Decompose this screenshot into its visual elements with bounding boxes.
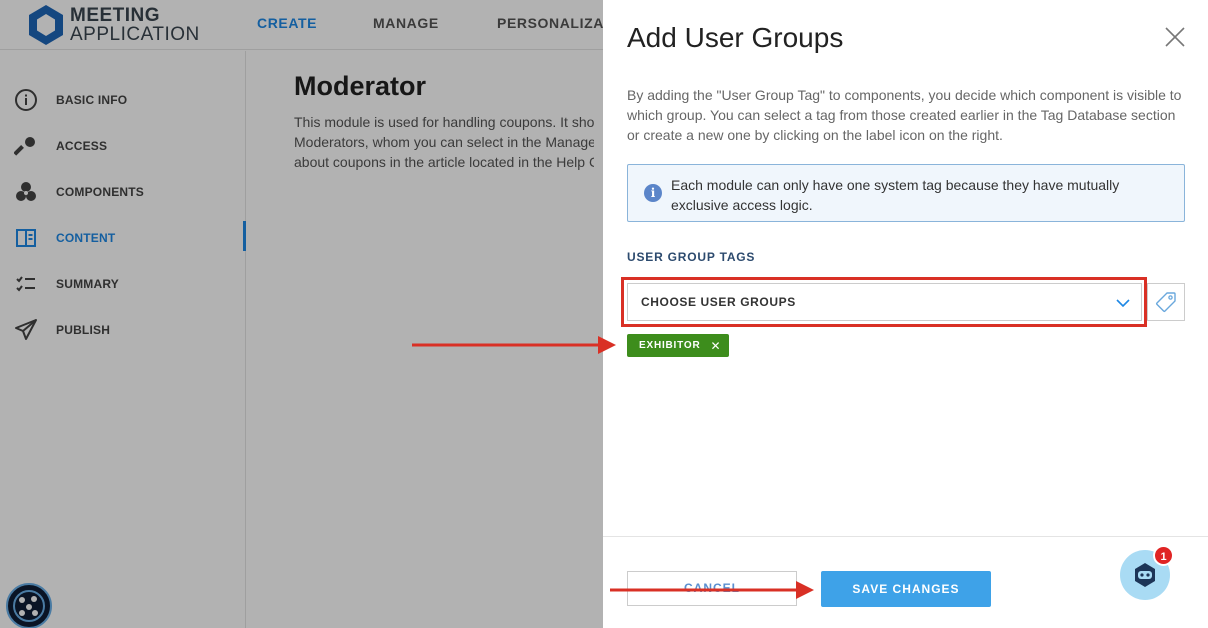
footer-divider (603, 536, 1208, 537)
info-icon: i (644, 184, 662, 202)
info-notice-text: Each module can only have one system tag… (671, 177, 1120, 213)
save-changes-button[interactable]: SAVE CHANGES (821, 571, 991, 607)
create-tag-button[interactable] (1147, 283, 1185, 321)
dialog-title: Add User Groups (627, 22, 844, 53)
user-group-tags-label: USER GROUP TAGS (627, 250, 756, 264)
annotation-arrow-icon (412, 336, 616, 354)
add-user-groups-dialog: Add User Groups By adding the "User Grou… (603, 0, 1208, 628)
dialog-description: By adding the "User Group Tag" to compon… (627, 87, 1182, 143)
label-tag-icon (1156, 292, 1176, 312)
robot-icon (1135, 563, 1155, 587)
notification-badge: 1 (1153, 545, 1174, 566)
chip-label: EXHIBITOR (639, 340, 701, 351)
annotation-highlight-box (621, 277, 1147, 327)
info-notice: i Each module can only have one system t… (627, 164, 1185, 222)
annotation-arrow-icon (610, 581, 814, 599)
exhibitor-tag-chip: EXHIBITOR ✕ (627, 334, 729, 357)
remove-chip-icon[interactable]: ✕ (710, 339, 720, 353)
close-icon[interactable] (1163, 25, 1187, 49)
